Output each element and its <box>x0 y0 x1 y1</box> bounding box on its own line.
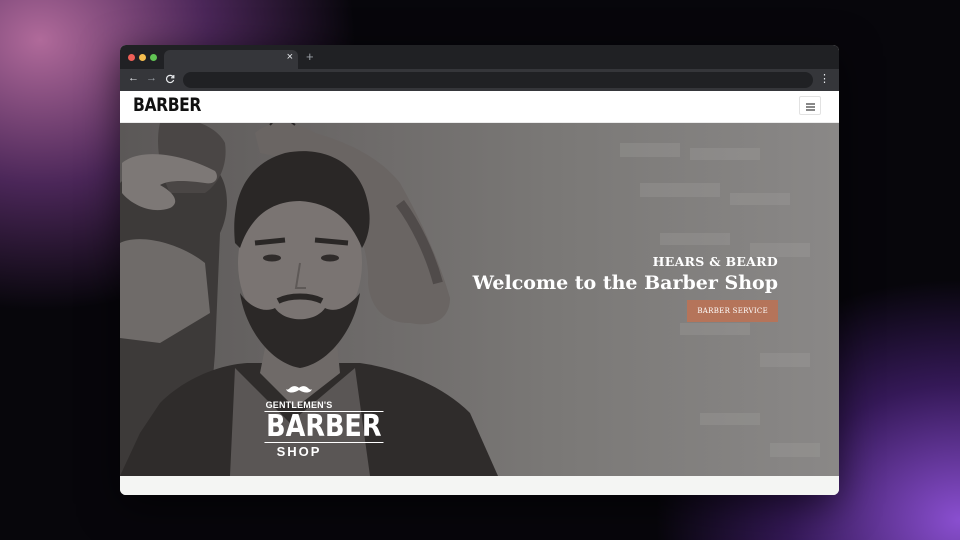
new-tab-button[interactable]: + <box>306 49 314 64</box>
gentlemens-barber-shop-badge: GENTLEMEN'S BARBER SHOP <box>254 381 384 459</box>
mustache-icon <box>286 386 312 393</box>
tab-close-icon[interactable]: × <box>287 51 293 63</box>
hero-subtitle: HEARS & BEARD <box>652 254 778 269</box>
maximize-window-button[interactable] <box>150 54 157 61</box>
browser-toolbar: ← → ⋮ <box>120 69 839 91</box>
address-bar[interactable] <box>183 72 813 88</box>
reload-icon[interactable] <box>165 72 175 87</box>
badge-main-text: BARBER <box>264 409 384 444</box>
site-logo[interactable]: BARBER <box>133 94 201 116</box>
back-icon[interactable]: ← <box>128 72 139 84</box>
minimize-window-button[interactable] <box>139 54 146 61</box>
browser-window: × + ← → ⋮ BARBER GENTLEMEN'S BARBER SHOP… <box>120 45 839 495</box>
badge-bottom-text: SHOP <box>276 444 322 459</box>
browser-titlebar: × + <box>120 45 839 69</box>
close-window-button[interactable] <box>128 54 135 61</box>
hamburger-menu-icon[interactable] <box>799 96 821 115</box>
browser-menu-icon[interactable]: ⋮ <box>819 72 830 85</box>
forward-icon[interactable]: → <box>146 72 157 84</box>
hero-title: Welcome to the Barber Shop <box>472 272 778 294</box>
browser-tab[interactable]: × <box>164 50 298 69</box>
barber-service-button[interactable]: BARBER SERVICE <box>687 300 778 322</box>
site-header: BARBER <box>120 91 839 123</box>
hero-banner: GENTLEMEN'S BARBER SHOP HEARS & BEARD We… <box>120 123 839 476</box>
page-bottom-strip <box>120 476 839 495</box>
hero-text-block: HEARS & BEARD Welcome to the Barber Shop… <box>473 254 778 322</box>
